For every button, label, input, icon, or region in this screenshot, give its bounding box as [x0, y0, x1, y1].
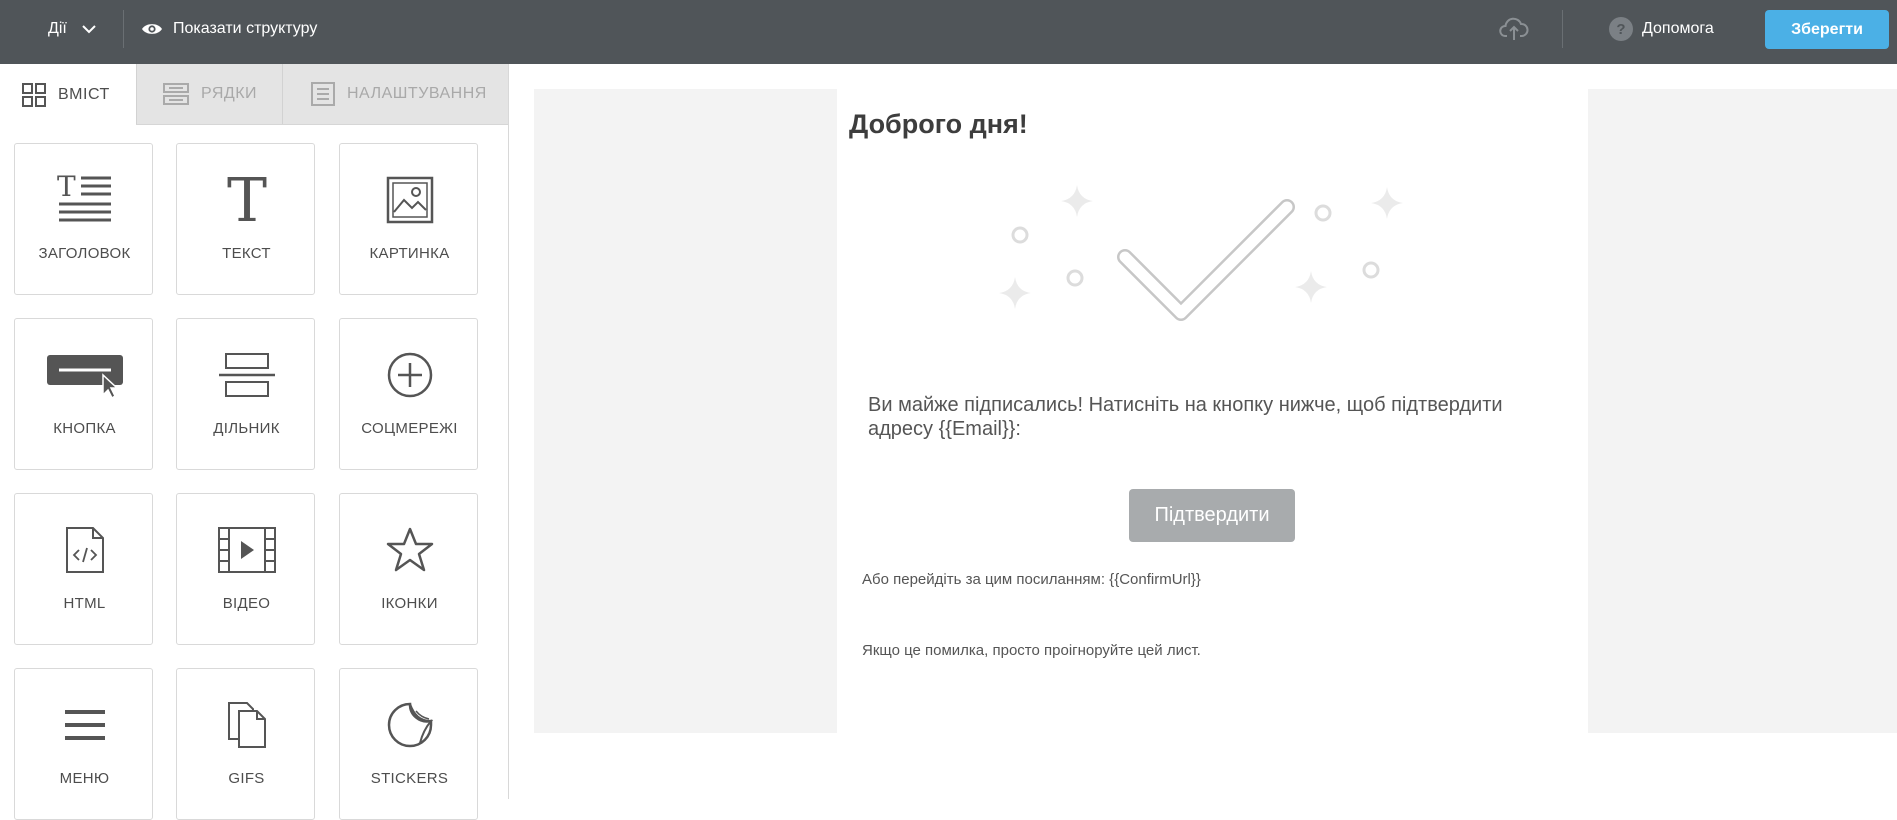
- confirm-link-text[interactable]: Або перейдіть за цим посиланням: {{Confi…: [862, 571, 1201, 588]
- tile-stickers[interactable]: STICKERS: [339, 668, 478, 820]
- eye-icon: [142, 24, 162, 34]
- email-greeting[interactable]: Доброго дня!: [849, 109, 1028, 140]
- email-body[interactable]: Доброго дня! Ви майже підписались! Натис…: [837, 89, 1588, 733]
- show-structure-label: Показати структуру: [173, 20, 318, 37]
- rows-icon: [163, 83, 189, 105]
- tab-settings[interactable]: НАЛАШТУВАННЯ: [283, 64, 508, 124]
- tile-image[interactable]: КАРТИНКА: [339, 143, 478, 295]
- actions-dropdown[interactable]: Дії: [48, 0, 97, 58]
- tile-label: HTML: [63, 595, 106, 612]
- tile-label: КНОПКА: [53, 420, 116, 437]
- tile-text[interactable]: T ТЕКСТ: [176, 143, 315, 295]
- email-intro-text[interactable]: Ви майже підписались! Натисніть на кнопк…: [868, 393, 1548, 441]
- sticker-icon: [387, 702, 433, 748]
- svg-text:T: T: [57, 174, 76, 203]
- heading-icon: T: [57, 174, 111, 222]
- content-sidebar: ВМІСТ РЯДКИ НАЛАШТУВАННЯ T ЗАГОЛОВОК T Т…: [0, 64, 509, 820]
- button-icon: [46, 355, 123, 399]
- tile-html[interactable]: HTML: [14, 493, 153, 645]
- cloud-upload-icon[interactable]: [1499, 16, 1529, 42]
- help-label: Допомога: [1642, 20, 1714, 37]
- tab-content[interactable]: ВМІСТ: [0, 64, 136, 125]
- html-icon: [65, 527, 104, 573]
- svg-text:T: T: [226, 173, 266, 227]
- tab-rows-label: РЯДКИ: [201, 85, 258, 102]
- save-button[interactable]: Зберегти: [1765, 10, 1889, 49]
- confirm-button[interactable]: Підтвердити: [1129, 489, 1295, 542]
- top-toolbar: Дії Показати структуру ? Допомога Зберег…: [0, 0, 1897, 64]
- canvas-right-margin: [1588, 89, 1897, 733]
- settings-page-icon: [311, 82, 335, 106]
- show-structure-toggle[interactable]: Показати структуру: [141, 0, 317, 58]
- tile-label: GIFS: [228, 770, 265, 787]
- question-icon: ?: [1609, 17, 1633, 41]
- tile-label: ВІДЕО: [222, 595, 271, 612]
- image-icon: [386, 176, 433, 224]
- help-button[interactable]: ? Допомога: [1609, 0, 1714, 58]
- actions-label: Дії: [48, 20, 67, 37]
- gifs-icon: [227, 702, 266, 748]
- tile-label: STICKERS: [370, 770, 449, 787]
- tile-social[interactable]: СОЦМЕРЕЖІ: [339, 318, 478, 470]
- checkmark-illustration-icon: [999, 185, 1403, 321]
- grid-icon: [22, 82, 46, 107]
- tile-label: ЗАГОЛОВОК: [38, 245, 131, 262]
- menu-icon: [64, 710, 105, 740]
- tile-heading[interactable]: T ЗАГОЛОВОК: [14, 143, 153, 295]
- star-icon: [386, 527, 433, 572]
- tile-label: МЕНЮ: [59, 770, 110, 787]
- tab-content-label: ВМІСТ: [58, 85, 110, 103]
- ignore-text[interactable]: Якщо це помилка, просто проігноруйте цей…: [862, 642, 1201, 659]
- tile-gifs[interactable]: GIFS: [176, 668, 315, 820]
- chevron-down-icon: [82, 25, 96, 34]
- toolbar-divider: [123, 10, 124, 48]
- tile-label: ТЕКСТ: [222, 245, 271, 262]
- tile-label: КАРТИНКА: [369, 245, 450, 262]
- divider-icon: [218, 353, 275, 397]
- tile-button[interactable]: КНОПКА: [14, 318, 153, 470]
- tile-menu[interactable]: МЕНЮ: [14, 668, 153, 820]
- canvas-left-margin: [534, 89, 837, 733]
- social-icon: [387, 352, 432, 398]
- tile-label: ДІЛЬНИК: [213, 420, 280, 437]
- tile-video[interactable]: ВІДЕО: [176, 493, 315, 645]
- tab-settings-label: НАЛАШТУВАННЯ: [347, 85, 487, 102]
- editor-canvas: Доброго дня! Ви майже підписались! Натис…: [509, 64, 1897, 799]
- tile-label: СОЦМЕРЕЖІ: [361, 420, 458, 437]
- tile-label: ІКОНКИ: [381, 595, 438, 612]
- sidebar-tabs: ВМІСТ РЯДКИ НАЛАШТУВАННЯ: [0, 64, 508, 125]
- text-icon: T: [226, 173, 266, 227]
- video-icon: [217, 527, 276, 573]
- tile-icons[interactable]: ІКОНКИ: [339, 493, 478, 645]
- tile-divider[interactable]: ДІЛЬНИК: [176, 318, 315, 470]
- tab-rows[interactable]: РЯДКИ: [137, 64, 282, 124]
- toolbar-divider: [1562, 10, 1563, 48]
